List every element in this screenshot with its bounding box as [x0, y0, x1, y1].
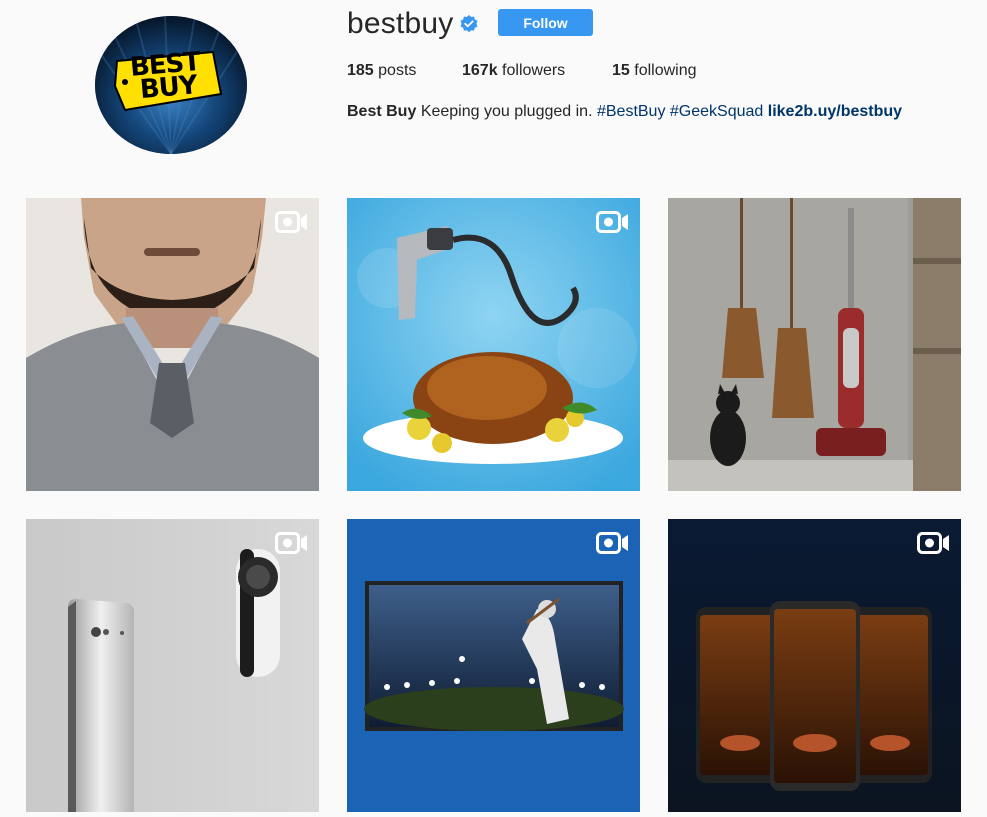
follow-button[interactable]: Follow [498, 9, 593, 36]
followers-stat[interactable]: 167k followers [462, 62, 565, 80]
following-count: 15 [612, 62, 630, 79]
bio-text: Keeping you plugged in. [420, 103, 593, 120]
following-label: following [634, 62, 697, 79]
post-image [26, 198, 319, 491]
bio-link[interactable]: like2b.uy/bestbuy [768, 103, 902, 120]
post-image [26, 519, 319, 812]
video-camera-icon [596, 532, 628, 554]
username: bestbuy [347, 7, 454, 40]
post-tile[interactable] [26, 519, 319, 812]
post-tile[interactable] [668, 519, 961, 812]
post-tile[interactable] [26, 198, 319, 491]
followers-label: followers [502, 62, 566, 79]
posts-count: 185 [347, 62, 374, 79]
post-image [668, 519, 961, 812]
video-camera-icon [596, 211, 628, 233]
profile-avatar: BEST BUY [95, 16, 247, 154]
verified-badge-icon [460, 15, 478, 33]
post-image [347, 519, 640, 812]
post-tile[interactable] [347, 519, 640, 812]
hashtag-geeksquad[interactable]: #GeekSquad [670, 103, 763, 120]
video-camera-icon [275, 532, 307, 554]
post-image [347, 198, 640, 491]
post-tile[interactable] [668, 198, 961, 491]
profile-bio: Best Buy Keeping you plugged in. #BestBu… [347, 103, 902, 121]
posts-stat[interactable]: 185 posts [347, 62, 416, 80]
following-stat[interactable]: 15 following [612, 62, 697, 80]
username-row: bestbuy [347, 6, 479, 42]
post-image [668, 198, 961, 491]
video-camera-icon [275, 211, 307, 233]
posts-label: posts [378, 62, 417, 79]
hashtag-bestbuy[interactable]: #BestBuy [597, 103, 665, 120]
followers-count: 167k [462, 62, 498, 79]
video-camera-icon [917, 532, 949, 554]
bio-name: Best Buy [347, 103, 417, 120]
post-tile[interactable] [347, 198, 640, 491]
